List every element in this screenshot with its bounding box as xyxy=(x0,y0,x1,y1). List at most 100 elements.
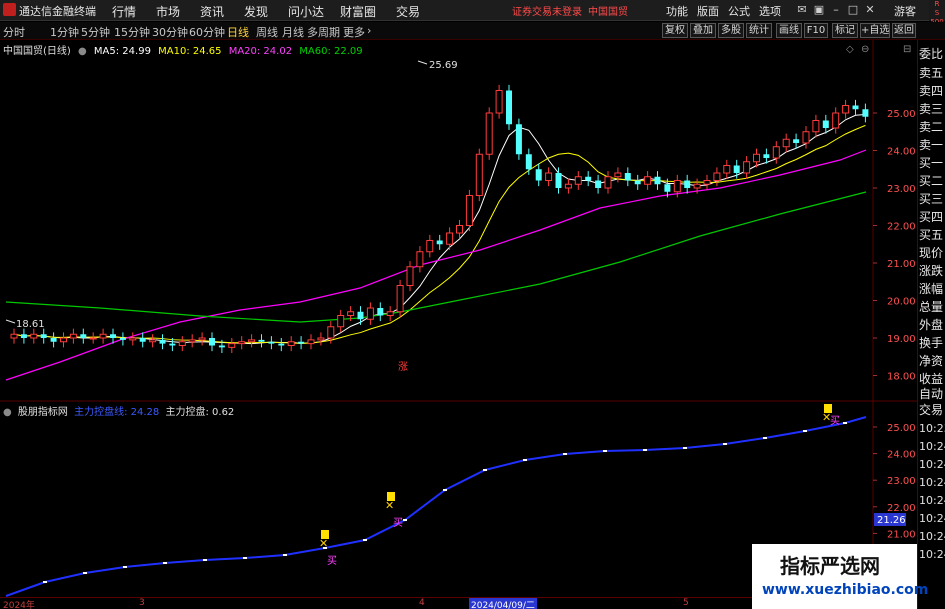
period-multi[interactable]: 多周期 xyxy=(307,24,340,40)
candle-body xyxy=(347,311,355,316)
candle-body xyxy=(793,139,800,143)
sidebar-change[interactable]: 涨跌 xyxy=(919,263,945,279)
period-30min[interactable]: 30分钟 xyxy=(152,24,188,40)
period-fenshi[interactable]: 分时 xyxy=(3,24,25,40)
date-label-april: 4 xyxy=(419,598,425,608)
candle-body xyxy=(30,333,38,339)
candle-body xyxy=(812,120,820,133)
candle-body xyxy=(475,153,483,196)
sidebar-sell2[interactable]: 卖二 xyxy=(919,119,945,135)
candle-body xyxy=(406,266,414,286)
maximize-icon[interactable]: □ xyxy=(846,2,860,17)
kline-chart-area[interactable]: 25.00 24.00 23.00 22.00 21.00 20.00 19.00 18.00… xyxy=(0,40,917,597)
guest-login[interactable]: 游客 xyxy=(894,3,916,19)
sidebar-net-asset[interactable]: 净资 xyxy=(919,353,945,369)
candle-body xyxy=(703,180,711,185)
period-weekly[interactable]: 周线 xyxy=(256,24,278,40)
mark-button[interactable]: 标记 xyxy=(832,23,858,38)
sidebar-sell3[interactable]: 卖三 xyxy=(919,101,945,117)
skin-icon[interactable]: ✉ xyxy=(795,2,809,17)
indicator-current-value: 21.26 xyxy=(877,515,906,526)
menu-xuanxiang[interactable]: 选项 xyxy=(759,3,781,19)
cursor-date-label: 2024/04/09/二 xyxy=(469,598,537,609)
sidebar-buy1[interactable]: 买一 xyxy=(919,155,945,171)
menu-wenxiaoda[interactable]: 问小达 xyxy=(288,3,324,20)
price-tick-label: 21.00 xyxy=(887,259,916,270)
sidebar-trade[interactable]: 交易 xyxy=(919,402,945,418)
sidebar-change-pct[interactable]: 涨幅 xyxy=(919,281,945,297)
indicator-tick-label: 24.00 xyxy=(887,450,916,461)
candle-body xyxy=(396,285,404,313)
indicator-tick-label: 21.00 xyxy=(887,529,916,540)
sidebar-sell1[interactable]: 卖一 xyxy=(919,137,945,153)
sidebar-price[interactable]: 现价 xyxy=(919,245,945,261)
sidebar-outer[interactable]: 外盘 xyxy=(919,317,945,333)
indicator-point xyxy=(203,559,207,561)
menu-shichang[interactable]: 市场 xyxy=(156,3,180,20)
sidebar-weibi[interactable]: 委比 xyxy=(919,46,945,62)
f10-button[interactable]: F10 xyxy=(804,23,828,38)
close-icon[interactable]: ✕ xyxy=(863,2,877,17)
menu-hangqing[interactable]: 行情 xyxy=(112,3,136,20)
indicator-tick-label: 23.00 xyxy=(887,476,916,487)
buy-signal-label: 买 xyxy=(393,517,403,529)
indicator-menu-icon[interactable]: ● xyxy=(3,407,12,418)
candle-body xyxy=(60,337,67,343)
tick-time: 10:24 xyxy=(919,440,945,453)
candle-body xyxy=(366,307,374,320)
period-15min[interactable]: 15分钟 xyxy=(114,24,150,40)
quote-sidebar: 委比 卖五 卖四 卖三 卖二 卖一 买一 买二 买三 买四 买五 现价 涨跌 涨… xyxy=(917,40,945,609)
period-monthly[interactable]: 月线 xyxy=(282,24,304,40)
chart-settings-icon[interactable]: ◇ xyxy=(846,44,854,55)
period-5min[interactable]: 5分钟 xyxy=(81,24,110,40)
chart-maximize-icon[interactable]: ⊟ xyxy=(903,44,911,55)
menu-banmian[interactable]: 版面 xyxy=(697,3,719,19)
sidebar-earnings[interactable]: 收益 xyxy=(919,371,945,387)
overlay-button[interactable]: 叠加 xyxy=(690,23,716,38)
draw-line-button[interactable]: 画线 xyxy=(776,23,802,38)
period-daily[interactable]: 日线 xyxy=(227,24,249,40)
indicator-point xyxy=(283,554,287,556)
period-1min[interactable]: 1分钟 xyxy=(50,24,79,40)
menu-zixun[interactable]: 资讯 xyxy=(200,3,224,20)
sidebar-buy2[interactable]: 买二 xyxy=(919,173,945,189)
candle-body xyxy=(753,153,760,163)
price-tick-label: 20.00 xyxy=(887,297,916,308)
sidebar-buy5[interactable]: 买五 xyxy=(919,227,945,243)
minimize-icon[interactable]: – xyxy=(829,2,843,17)
back-button[interactable]: 返回 xyxy=(892,23,916,38)
candle-body xyxy=(604,176,612,189)
chevron-right-icon[interactable]: › xyxy=(367,24,371,37)
add-watchlist-button[interactable]: +自选 xyxy=(860,23,890,38)
menu-caifuquan[interactable]: 财富圈 xyxy=(340,3,376,20)
statistics-button[interactable]: 统计 xyxy=(746,23,772,38)
menu-jiaoyi[interactable]: 交易 xyxy=(396,3,420,20)
period-more[interactable]: 更多 xyxy=(343,24,365,40)
candle-body xyxy=(684,180,691,188)
multi-stock-button[interactable]: 多股 xyxy=(718,23,744,38)
candle-body xyxy=(139,338,146,342)
dropdown-icon[interactable]: ● xyxy=(78,46,87,57)
chart-zoom-icon[interactable]: ⊖ xyxy=(861,44,869,55)
buy-signals: ✕买✕买✕买 xyxy=(319,404,840,567)
sidebar-volume[interactable]: 总量 xyxy=(919,299,945,315)
sidebar-turnover[interactable]: 换手 xyxy=(919,335,945,351)
layout-icon[interactable]: ▣ xyxy=(812,2,826,17)
sidebar-buy3[interactable]: 买三 xyxy=(919,191,945,207)
candle-body xyxy=(20,334,27,338)
period-60min[interactable]: 60分钟 xyxy=(189,24,225,40)
price-tick-label: 23.00 xyxy=(887,184,916,195)
menu-faxian[interactable]: 发现 xyxy=(244,3,268,20)
stock-name[interactable]: 中国国贸(日线) xyxy=(3,46,71,57)
sidebar-sell5[interactable]: 卖五 xyxy=(919,65,945,81)
fuquan-button[interactable]: 复权 xyxy=(662,23,688,38)
indicator-name[interactable]: 股朋指标网 xyxy=(18,407,68,418)
indicator-point xyxy=(803,430,807,432)
login-status-text[interactable]: 证券交易未登录 xyxy=(512,3,582,18)
indicator-point xyxy=(243,557,247,559)
menu-gongshi[interactable]: 公式 xyxy=(728,3,750,19)
menu-gongneng[interactable]: 功能 xyxy=(666,3,688,19)
sidebar-auto[interactable]: 自动 xyxy=(919,386,945,402)
sidebar-buy4[interactable]: 买四 xyxy=(919,209,945,225)
sidebar-sell4[interactable]: 卖四 xyxy=(919,83,945,99)
